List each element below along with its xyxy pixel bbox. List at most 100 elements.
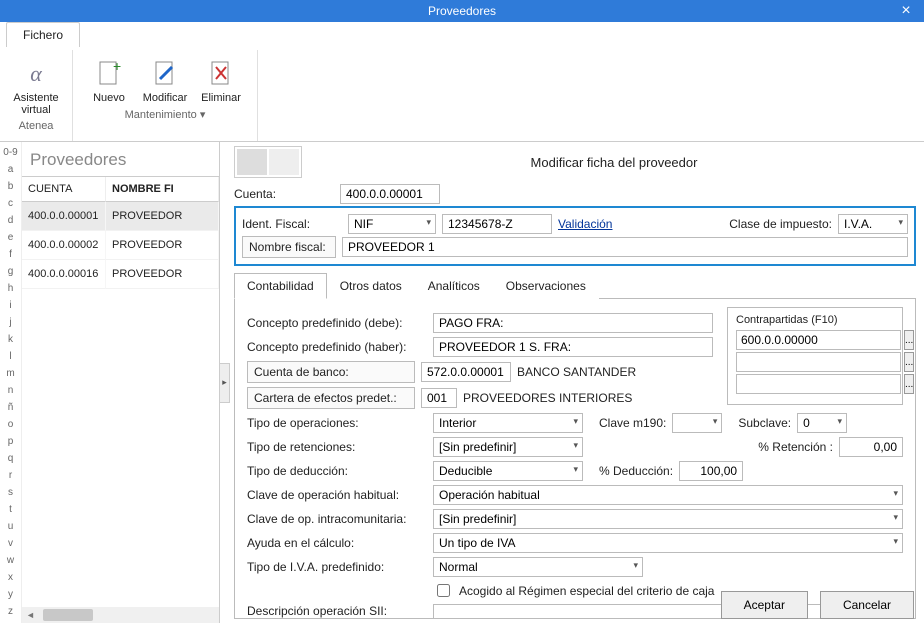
group-atenea-label: Atenea	[19, 120, 54, 132]
eliminar-button[interactable]: Eliminar	[193, 54, 249, 106]
nombre-fiscal-field[interactable]	[342, 237, 908, 257]
alpha-m[interactable]: m	[0, 365, 21, 382]
alpha-k[interactable]: k	[0, 331, 21, 348]
section-title: Modificar ficha del proveedor	[312, 155, 916, 170]
tab-otros-datos[interactable]: Otros datos	[327, 273, 415, 299]
cartera-name: PROVEEDORES INTERIORES	[463, 391, 632, 405]
clase-impuesto-label: Clase de impuesto:	[729, 217, 832, 231]
concepto-haber-label: Concepto predefinido (haber):	[247, 340, 427, 354]
pct-retencion-field[interactable]	[839, 437, 903, 457]
clase-impuesto-select[interactable]	[838, 214, 908, 234]
alpha-index[interactable]: 0-9abcdefghijklmnñopqrstuvwxyz	[0, 142, 22, 623]
alpha-l[interactable]: l	[0, 348, 21, 365]
ayuda-calculo-select[interactable]	[433, 533, 903, 553]
pct-deduccion-field[interactable]	[679, 461, 743, 481]
tab-analiticos[interactable]: Analíticos	[415, 273, 493, 299]
cuenta-banco-button[interactable]: Cuenta de banco:	[247, 361, 415, 383]
ident-value-field[interactable]	[442, 214, 552, 234]
subclave-select[interactable]	[797, 413, 847, 433]
col-nombre[interactable]: NOMBRE FI	[106, 177, 219, 202]
detail-tabs: Contabilidad Otros datos Analíticos Obse…	[234, 272, 916, 299]
alpha-y[interactable]: y	[0, 586, 21, 603]
detail-pane: ▸ Modificar ficha del proveedor Cuenta: …	[220, 142, 924, 623]
expand-handle[interactable]: ▸	[220, 363, 230, 403]
clave-intracom-select[interactable]	[433, 509, 903, 529]
concepto-haber-field[interactable]	[433, 337, 713, 357]
clave190-select[interactable]	[672, 413, 722, 433]
tab-observaciones[interactable]: Observaciones	[493, 273, 599, 299]
tipo-iva-label: Tipo de I.V.A. predefinido:	[247, 560, 427, 574]
close-icon[interactable]: ×	[894, 0, 918, 22]
cuenta-banco-code[interactable]	[421, 362, 511, 382]
alpha-a[interactable]: a	[0, 161, 21, 178]
alpha-s[interactable]: s	[0, 484, 21, 501]
window-title: Proveedores	[428, 4, 496, 18]
clave-op-habitual-select[interactable]	[433, 485, 903, 505]
alpha-n[interactable]: n	[0, 382, 21, 399]
cartera-button[interactable]: Cartera de efectos predet.:	[247, 387, 415, 409]
criterio-caja-checkbox[interactable]: Acogido al Régimen especial del criterio…	[433, 581, 714, 600]
alpha-v[interactable]: v	[0, 535, 21, 552]
alpha-e[interactable]: e	[0, 229, 21, 246]
alpha-c[interactable]: c	[0, 195, 21, 212]
alpha-0-9[interactable]: 0-9	[0, 144, 21, 161]
alpha-r[interactable]: r	[0, 467, 21, 484]
contrap-3-browse[interactable]: ...	[904, 374, 914, 394]
contrap-1-browse[interactable]: ...	[904, 330, 914, 350]
clave-op-habitual-label: Clave de operación habitual:	[247, 488, 427, 502]
ident-type-select[interactable]	[348, 214, 436, 234]
asistente-virtual-button[interactable]: α Asistentevirtual	[8, 54, 64, 118]
tipo-retenciones-select[interactable]	[433, 437, 583, 457]
cuenta-banco-name: BANCO SANTANDER	[517, 365, 636, 379]
ribbon-tab-fichero[interactable]: Fichero	[6, 22, 80, 47]
alpha-t[interactable]: t	[0, 501, 21, 518]
desc-sii-label: Descripción operación SII:	[247, 604, 427, 618]
list-column: Proveedores CUENTA NOMBRE FI 400.0.0.000…	[22, 142, 220, 623]
contrap-1[interactable]	[736, 330, 901, 350]
nombre-fiscal-button[interactable]: Nombre fiscal:	[242, 236, 336, 258]
alpha-b[interactable]: b	[0, 178, 21, 195]
edit-file-icon	[152, 56, 178, 92]
alpha-w[interactable]: w	[0, 552, 21, 569]
fiscal-highlight-box: Ident. Fiscal: Validación Clase de impue…	[234, 206, 916, 266]
alpha-ñ[interactable]: ñ	[0, 399, 21, 416]
alpha-q[interactable]: q	[0, 450, 21, 467]
concepto-debe-field[interactable]	[433, 313, 713, 333]
table-row[interactable]: 400.0.0.00016PROVEEDOR	[22, 260, 219, 289]
tipo-deduccion-select[interactable]	[433, 461, 583, 481]
tipo-operaciones-select[interactable]	[433, 413, 583, 433]
tab-contabilidad[interactable]: Contabilidad	[234, 273, 327, 299]
alpha-o[interactable]: o	[0, 416, 21, 433]
alpha-f[interactable]: f	[0, 246, 21, 263]
alpha-p[interactable]: p	[0, 433, 21, 450]
tab-contabilidad-body: Contrapartidas (F10) ...... ...... .....…	[234, 299, 916, 619]
col-cuenta[interactable]: CUENTA	[22, 177, 106, 202]
alpha-g[interactable]: g	[0, 263, 21, 280]
alpha-j[interactable]: j	[0, 314, 21, 331]
alpha-h[interactable]: h	[0, 280, 21, 297]
alpha-x[interactable]: x	[0, 569, 21, 586]
cancelar-button[interactable]: Cancelar	[820, 591, 914, 619]
view-toggle[interactable]	[234, 146, 302, 178]
clave-intracom-label: Clave de op. intracomunitaria:	[247, 512, 427, 526]
contrap-2-browse[interactable]: ...	[904, 352, 914, 372]
alpha-i[interactable]: i	[0, 297, 21, 314]
table-row[interactable]: 400.0.0.00001PROVEEDOR	[22, 202, 219, 231]
alpha-d[interactable]: d	[0, 212, 21, 229]
cuenta-field[interactable]	[340, 184, 440, 204]
aceptar-button[interactable]: Aceptar	[721, 591, 808, 619]
contrap-2[interactable]	[736, 352, 901, 372]
list-title: Proveedores	[22, 142, 219, 176]
alpha-u[interactable]: u	[0, 518, 21, 535]
criterio-caja-input[interactable]	[437, 584, 450, 597]
table-row[interactable]: 400.0.0.00002PROVEEDOR	[22, 231, 219, 260]
ident-fiscal-label: Ident. Fiscal:	[242, 217, 342, 231]
contrapartidas-box: Contrapartidas (F10) ...... ...... .....…	[727, 307, 903, 405]
tipo-iva-select[interactable]	[433, 557, 643, 577]
validacion-link[interactable]: Validación	[558, 217, 612, 231]
alpha-z[interactable]: z	[0, 603, 21, 620]
contrap-3[interactable]	[736, 374, 901, 394]
horizontal-scrollbar[interactable]: ◄	[22, 607, 219, 623]
cartera-code[interactable]	[421, 388, 457, 408]
alpha-icon: α	[30, 56, 42, 92]
